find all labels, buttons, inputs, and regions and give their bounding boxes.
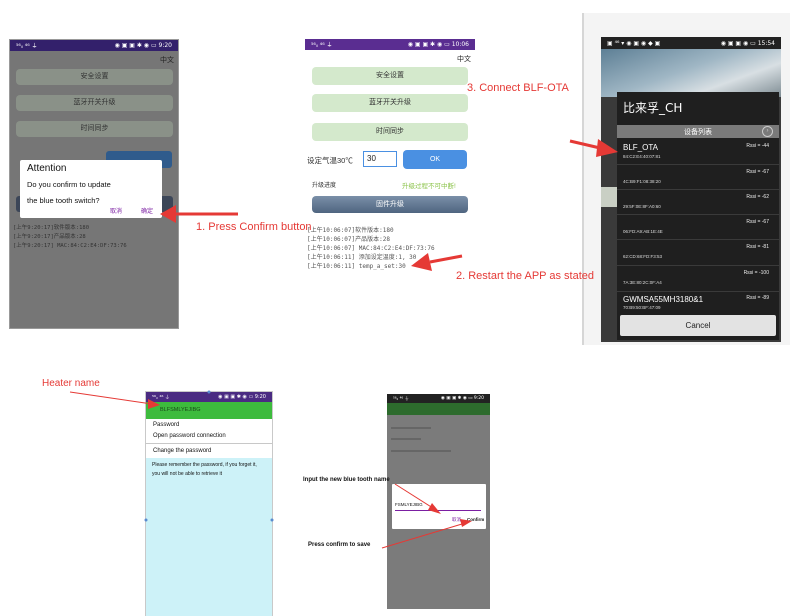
selection-handle (144, 518, 148, 522)
selection-handle (270, 518, 274, 522)
annotation-arrows (69, 139, 618, 549)
arrow-press-confirm-save (381, 519, 472, 549)
arrow-heater-name (69, 391, 160, 409)
arrow-connect-ota (569, 139, 618, 157)
arrow-restart-app (411, 253, 463, 271)
arrow-input-name (394, 483, 441, 514)
selection-handle (207, 390, 211, 394)
arrow-press-confirm (160, 205, 238, 223)
